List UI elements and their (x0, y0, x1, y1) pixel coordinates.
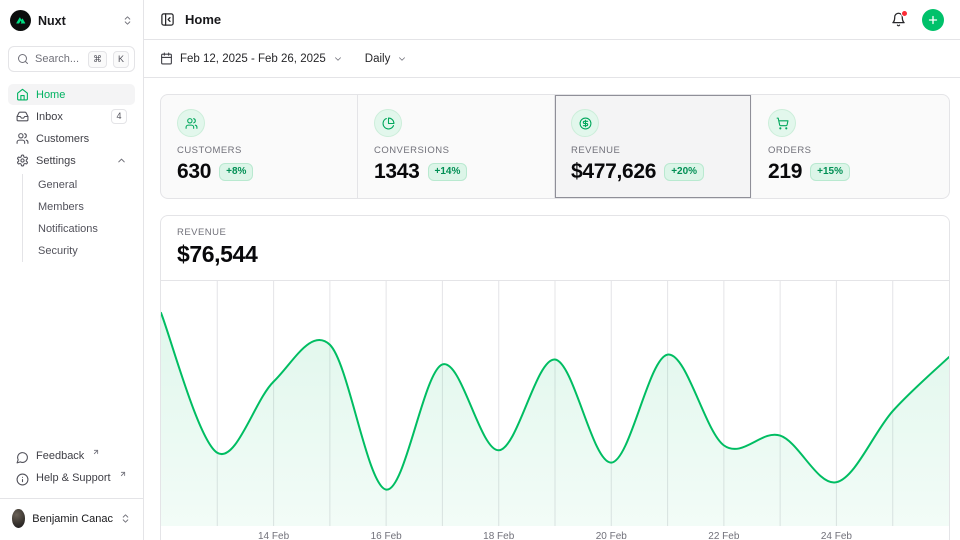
help-support-link[interactable]: Help & Support (8, 468, 135, 490)
add-button[interactable] (922, 9, 944, 31)
stats-row: CUSTOMERS 630 +8% CONVERSIONS 1343 +14% (160, 94, 950, 199)
notifications-button[interactable] (891, 12, 906, 27)
granularity-value: Daily (365, 53, 391, 65)
sidebar-toggle-button[interactable] (160, 12, 175, 27)
workspace-switcher[interactable]: Nuxt (8, 10, 135, 31)
stat-card-revenue[interactable]: REVENUE $477,626 +20% (555, 95, 752, 198)
chevrons-up-down-icon (122, 15, 133, 26)
search-placeholder: Search... (35, 53, 82, 65)
stat-label: REVENUE (571, 145, 735, 156)
date-range-value: Feb 12, 2025 - Feb 26, 2025 (180, 53, 326, 65)
gear-icon (16, 154, 29, 167)
sidebar: Nuxt Search... ⌘ K Home Inbox 4 (0, 0, 144, 540)
stat-card-customers[interactable]: CUSTOMERS 630 +8% (161, 95, 358, 198)
sidebar-item-members[interactable]: Members (23, 196, 135, 218)
stat-value: 1343 (374, 160, 420, 184)
x-axis-tick-label: 18 Feb (483, 531, 514, 540)
sidebar-item-home[interactable]: Home (8, 84, 135, 105)
sidebar-item-settings[interactable]: Settings (8, 150, 135, 171)
dashboard-content: CUSTOMERS 630 +8% CONVERSIONS 1343 +14% (144, 78, 960, 540)
chart-x-axis: 14 Feb 16 Feb 18 Feb 20 Feb 22 Feb 24 Feb (161, 526, 949, 540)
workspace-name: Nuxt (38, 14, 66, 28)
stat-delta-badge: +14% (428, 163, 468, 181)
sidebar-item-label: Home (36, 89, 65, 101)
chart-metric-value: $76,544 (177, 241, 933, 268)
panel-left-close-icon (160, 12, 175, 27)
search-input[interactable]: Search... ⌘ K (8, 46, 135, 72)
revenue-area-chart[interactable] (161, 281, 949, 526)
chart-header: REVENUE $76,544 (161, 216, 949, 281)
filters-toolbar: Feb 12, 2025 - Feb 26, 2025 Daily (144, 40, 960, 78)
page-title: Home (185, 12, 221, 27)
stat-value: 219 (768, 160, 802, 184)
info-circle-icon (16, 473, 29, 486)
sidebar-item-label: Settings (36, 155, 76, 167)
inbox-icon (16, 110, 29, 123)
message-circle-icon (16, 451, 29, 464)
stat-value: $477,626 (571, 160, 656, 184)
chevron-down-icon (397, 54, 407, 64)
x-axis-tick-label: 16 Feb (371, 531, 402, 540)
calendar-icon (160, 52, 173, 65)
sidebar-item-label: Customers (36, 133, 89, 145)
granularity-select[interactable]: Daily (365, 53, 408, 65)
stat-delta-badge: +8% (219, 163, 253, 181)
revenue-chart-card: REVENUE $76,544 14 Feb 16 Feb 18 Feb 20 Feb… (160, 215, 950, 540)
stat-delta-badge: +20% (664, 163, 704, 181)
users-icon (177, 109, 205, 137)
user-menu[interactable]: Benjamin Canac (8, 499, 135, 532)
page-header: Home (144, 0, 960, 40)
sidebar-item-security[interactable]: Security (23, 240, 135, 262)
sidebar-item-inbox[interactable]: Inbox 4 (8, 106, 135, 127)
feedback-link[interactable]: Feedback (8, 446, 135, 468)
stat-card-orders[interactable]: ORDERS 219 +15% (752, 95, 949, 198)
avatar (12, 509, 25, 528)
external-link-icon (92, 448, 100, 456)
search-icon (17, 53, 29, 65)
stat-label: CONVERSIONS (374, 145, 538, 156)
home-icon (16, 88, 29, 101)
chart-pie-icon (374, 109, 402, 137)
stat-label: ORDERS (768, 145, 933, 156)
inbox-count-badge: 4 (111, 109, 127, 124)
help-support-label: Help & Support (36, 472, 111, 484)
feedback-label: Feedback (36, 450, 84, 462)
chevron-down-icon (333, 54, 343, 64)
kbd-meta: ⌘ (88, 51, 107, 68)
sidebar-item-label: Inbox (36, 111, 63, 123)
x-axis-tick-label: 24 Feb (821, 531, 852, 540)
stat-card-conversions[interactable]: CONVERSIONS 1343 +14% (358, 95, 555, 198)
shopping-cart-icon (768, 109, 796, 137)
x-axis-tick-label: 14 Feb (258, 531, 289, 540)
nuxt-logo-icon (10, 10, 31, 31)
x-axis-tick-label: 22 Feb (708, 531, 739, 540)
stat-value: 630 (177, 160, 211, 184)
x-axis-tick-label: 20 Feb (596, 531, 627, 540)
sidebar-nav: Home Inbox 4 Customers Settings Genera (8, 84, 135, 264)
chevron-up-icon (116, 155, 127, 166)
sidebar-item-customers[interactable]: Customers (8, 128, 135, 149)
sidebar-footer: Feedback Help & Support Benjamin Canac (8, 446, 135, 532)
plus-icon (927, 14, 939, 26)
circle-dollar-icon (571, 109, 599, 137)
sidebar-item-general[interactable]: General (23, 174, 135, 196)
user-name: Benjamin Canac (32, 513, 113, 525)
stat-label: CUSTOMERS (177, 145, 341, 156)
main-panel: Home Feb 12, 2025 - Feb 26, 2025 (144, 0, 960, 540)
chevrons-up-down-icon (120, 513, 131, 524)
date-range-picker[interactable]: Feb 12, 2025 - Feb 26, 2025 (160, 52, 343, 65)
chart-canvas (161, 281, 949, 526)
stat-delta-badge: +15% (810, 163, 850, 181)
settings-submenu: General Members Notifications Security (22, 174, 135, 262)
chart-metric-label: REVENUE (177, 227, 933, 238)
kbd-k: K (113, 51, 129, 68)
notification-dot (901, 10, 908, 17)
sidebar-item-notifications[interactable]: Notifications (23, 218, 135, 240)
external-link-icon (119, 470, 127, 478)
users-icon (16, 132, 29, 145)
